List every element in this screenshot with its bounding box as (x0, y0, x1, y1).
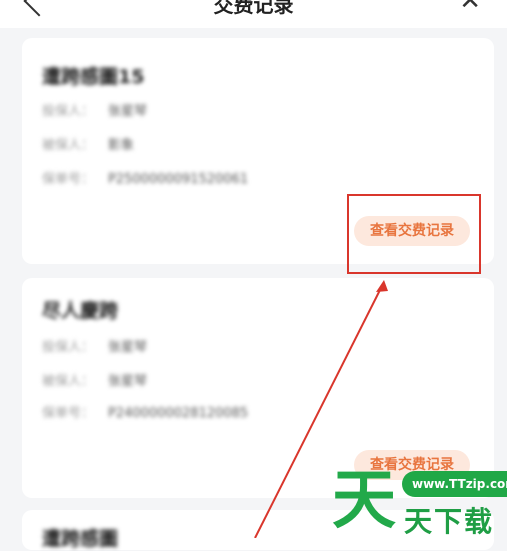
policy-number-row: 保单号： P2400000028120085 (42, 402, 248, 421)
watermark-logo: 天 www.TTzip.com 天下载 (332, 462, 507, 538)
policy-title: 遭跨感圖15 (42, 66, 145, 88)
page-title: 交费记录 (213, 0, 294, 17)
policyholder-label: 投保人： (42, 104, 95, 119)
highlight-box (347, 194, 481, 274)
policy-number-label: 保单号： (42, 172, 95, 187)
policyholder-label: 投保人： (42, 340, 95, 355)
insured-value: 张星琴 (108, 374, 148, 389)
policy-title: 尽人慶跨 (42, 300, 119, 322)
insured-row: 被保人： 影象 (42, 134, 134, 153)
policyholder-row: 投保人： 张星琴 (42, 336, 147, 355)
insured-label: 被保人： (42, 138, 95, 153)
top-bar: 交费记录 ✕ (0, 0, 507, 28)
watermark-text: 天下载 (404, 505, 495, 538)
policy-number-value: P2400000028120085 (108, 406, 249, 421)
policy-number-value: P2500000091520061 (108, 172, 249, 187)
policy-number-label: 保单号： (42, 406, 95, 421)
policyholder-row: 投保人： 张星琴 (42, 100, 147, 119)
policyholder-value: 张星琴 (108, 104, 148, 119)
watermark-big-char: 天 (332, 464, 396, 538)
policy-number-row: 保单号： P2500000091520061 (42, 168, 248, 187)
watermark-url: www.TTzip.com (402, 471, 507, 497)
close-icon[interactable]: ✕ (459, 0, 481, 16)
policyholder-value: 张星琴 (108, 340, 148, 355)
insured-label: 被保人： (42, 374, 95, 389)
insured-row: 被保人： 张星琴 (42, 370, 147, 389)
insured-value: 影象 (108, 138, 135, 153)
